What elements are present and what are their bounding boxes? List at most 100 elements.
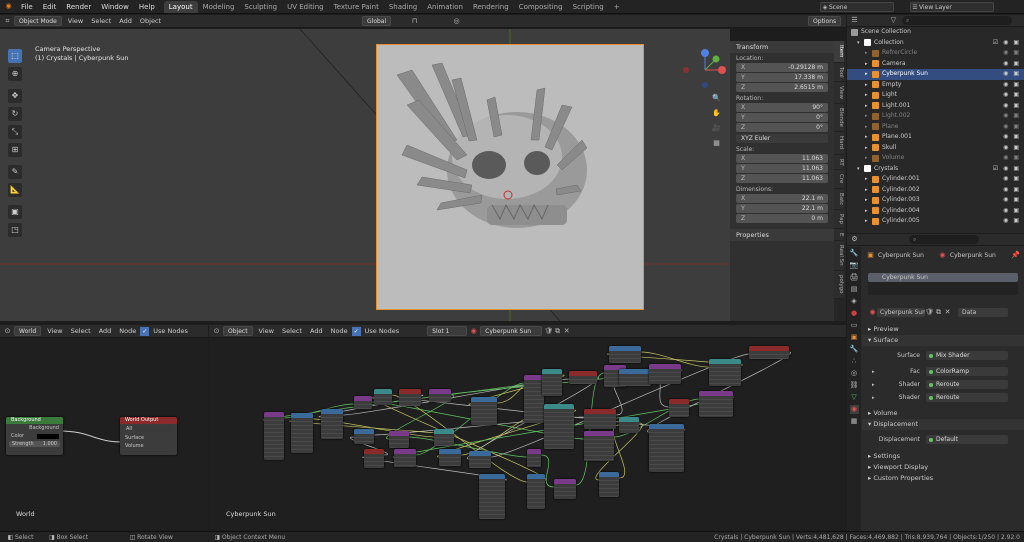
navigation-gizmo[interactable]: [680, 45, 730, 95]
output-tab-icon[interactable]: 🖨: [850, 273, 859, 282]
outliner-row[interactable]: ▸ Cylinder.003 ◉ ▣: [847, 195, 1024, 206]
shader-node[interactable]: [542, 369, 562, 396]
viewport-3d[interactable]: Camera Perspective (1) Crystals | Cyberp…: [0, 29, 730, 321]
shader-node[interactable]: [321, 409, 343, 439]
displacement-section[interactable]: ▾ Displacement: [862, 419, 1024, 430]
mode-dropdown[interactable]: Object Mode: [14, 16, 62, 26]
extra-tool-icon[interactable]: ◳: [8, 223, 22, 237]
expand-arrow-icon[interactable]: ▸: [865, 216, 872, 227]
expand-arrow-icon[interactable]: ▸: [865, 122, 872, 133]
modifier-tab-icon[interactable]: 🔧: [850, 345, 859, 354]
npanel-tab-polygo[interactable]: polygo: [834, 271, 844, 299]
viewport-menu-object[interactable]: Object: [136, 15, 165, 28]
expand-arrow-icon[interactable]: ▸: [865, 101, 872, 112]
outliner-row[interactable]: ▸ Cyberpunk Sun ◉ ▣: [847, 69, 1024, 80]
shader-node[interactable]: [374, 389, 392, 405]
render-camera-icon[interactable]: ▣: [1013, 206, 1019, 217]
render-camera-icon[interactable]: ▣: [1013, 101, 1019, 112]
grid-view-icon[interactable]: ▦: [712, 139, 721, 148]
outliner-row[interactable]: ▸ Plane ◉ ▣: [847, 122, 1024, 133]
filter-icon[interactable]: ▽: [889, 16, 898, 25]
editor-type-icon[interactable]: ⌗: [3, 17, 12, 26]
expand-arrow-icon[interactable]: ▾: [857, 38, 864, 49]
pan-icon[interactable]: ✋: [712, 109, 721, 118]
material-tab-icon[interactable]: ◉: [849, 405, 859, 414]
shader-node[interactable]: [599, 472, 619, 497]
outliner-row[interactable]: ▸ Empty ◉ ▣: [847, 80, 1024, 91]
render-camera-icon[interactable]: ▣: [1013, 90, 1019, 101]
select-tool-icon[interactable]: ⬚: [8, 49, 22, 63]
npanel-tab-batc[interactable]: Batc: [834, 188, 844, 210]
world-menu-select[interactable]: Select: [67, 325, 95, 338]
render-camera-icon[interactable]: ▣: [1013, 80, 1019, 91]
shader-node[interactable]: [354, 429, 374, 444]
viewport-menu-add[interactable]: Add: [115, 15, 136, 28]
shader-node[interactable]: [439, 449, 461, 466]
tab-animation[interactable]: Animation: [422, 1, 468, 13]
shader-node[interactable]: [527, 449, 541, 467]
shader-fake-user-icon[interactable]: 🛡: [544, 327, 553, 336]
eye-icon[interactable]: ◉: [1003, 185, 1008, 196]
outliner-row[interactable]: ▸ Skull ◉ ▣: [847, 143, 1024, 154]
expand-arrow-icon[interactable]: ▸: [865, 143, 872, 154]
expand-arrow-icon[interactable]: ▸: [865, 90, 872, 101]
eye-icon[interactable]: ◉: [1003, 122, 1008, 133]
displacement-field[interactable]: Default: [926, 435, 1008, 444]
shader-node[interactable]: [569, 371, 597, 384]
shader-node[interactable]: [469, 451, 491, 468]
world-output-target-dropdown[interactable]: All: [123, 426, 174, 432]
eye-icon[interactable]: ◉: [1003, 69, 1008, 80]
expand-arrow-icon[interactable]: ▸: [865, 174, 872, 185]
duplicate-material-icon[interactable]: ⧉: [934, 308, 943, 317]
shader-node[interactable]: [394, 449, 416, 467]
outliner-editor-icon[interactable]: ☰: [850, 16, 859, 25]
shader-node[interactable]: [554, 479, 576, 499]
menu-help[interactable]: Help: [134, 0, 160, 14]
render-tab-icon[interactable]: 📷: [850, 261, 859, 270]
camera-frame[interactable]: [376, 44, 644, 310]
expand-arrow-icon[interactable]: ▸: [865, 195, 872, 206]
options-dropdown[interactable]: Options: [808, 16, 842, 26]
material-name-field[interactable]: Cyberpunk Sun: [877, 308, 925, 317]
eye-icon[interactable]: ◉: [1003, 174, 1008, 185]
rotate-tool-icon[interactable]: ↻: [8, 107, 22, 121]
annotate-tool-icon[interactable]: ✎: [8, 165, 22, 179]
viewport-menu-select[interactable]: Select: [87, 15, 115, 28]
eye-icon[interactable]: ◉: [1003, 195, 1008, 206]
surface-shader-field[interactable]: Mix Shader: [926, 351, 1008, 360]
input-shader2-expand[interactable]: ▸: [862, 395, 876, 401]
location-z-field[interactable]: Z 2.6515 m: [736, 83, 828, 92]
npanel-tab-pap[interactable]: Pap: [834, 209, 844, 229]
cursor-tool-icon[interactable]: ⊕: [8, 67, 22, 81]
expand-arrow-icon[interactable]: ▸: [865, 80, 872, 91]
shader-material-icon[interactable]: ◉: [469, 327, 478, 336]
outliner-row[interactable]: ▸ Light.001 ◉ ▣: [847, 101, 1024, 112]
render-camera-icon[interactable]: ▣: [1013, 122, 1019, 133]
rotation-x-field[interactable]: X 90°: [736, 103, 828, 112]
shader-menu-node[interactable]: Node: [327, 325, 352, 338]
world-output-node[interactable]: World Output All Surface Volume: [120, 417, 177, 455]
eye-icon[interactable]: ◉: [1003, 38, 1008, 49]
transform-tool-icon[interactable]: ⊞: [8, 143, 22, 157]
shader-material-field[interactable]: Cyberpunk Sun: [480, 326, 543, 336]
menu-file[interactable]: File: [16, 0, 38, 14]
location-y-field[interactable]: Y 17.338 m: [736, 73, 828, 82]
scale-tool-icon[interactable]: ⤡: [8, 125, 22, 139]
eye-icon[interactable]: ◉: [1003, 111, 1008, 122]
npanel-tab-view[interactable]: View: [834, 82, 844, 105]
npanel-tab-blende[interactable]: Blende: [834, 104, 844, 133]
tab-rendering[interactable]: Rendering: [468, 1, 514, 13]
expand-arrow-icon[interactable]: ▸: [865, 59, 872, 70]
outliner-row[interactable]: ▾ Crystals ☑ ◉ ▣: [847, 164, 1024, 175]
shader-node[interactable]: [709, 359, 741, 386]
npanel-tab-rt[interactable]: RT: [834, 154, 844, 171]
scene-collection-row[interactable]: Scene Collection: [847, 27, 1024, 38]
data-dropdown[interactable]: Data: [958, 308, 1008, 317]
pin-icon[interactable]: 📌: [1011, 251, 1020, 260]
world-menu-node[interactable]: Node: [115, 325, 140, 338]
camera-view-icon[interactable]: 🎥: [712, 124, 721, 133]
world-type-dropdown[interactable]: World: [14, 326, 42, 336]
tab-compositing[interactable]: Compositing: [514, 1, 568, 13]
shader-node[interactable]: [584, 409, 616, 429]
constraints-tab-icon[interactable]: ⛓: [850, 381, 859, 390]
